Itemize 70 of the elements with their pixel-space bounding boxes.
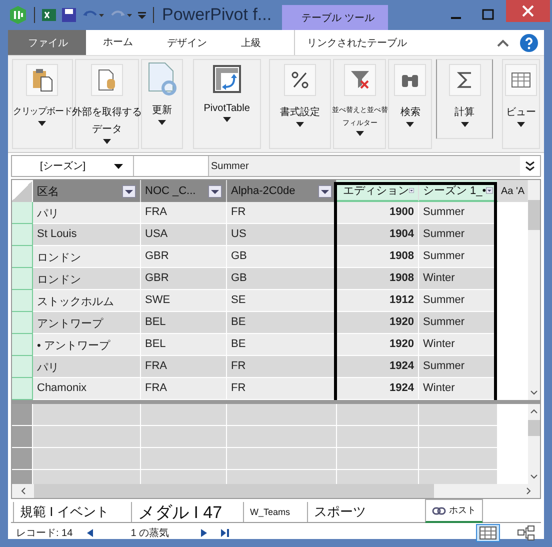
- caret-icon: [356, 131, 364, 136]
- link-icon: [432, 506, 446, 514]
- caret-icon: [296, 122, 304, 127]
- table-cell: FR: [227, 378, 337, 400]
- table-cell: [498, 378, 528, 400]
- caret-icon: [406, 122, 414, 127]
- collapse-ribbon-icon[interactable]: [496, 38, 510, 48]
- ribbon-group-button[interactable]: 外部を取得する データ: [74, 59, 139, 149]
- horizontal-scrollbar[interactable]: [11, 484, 541, 499]
- clipboard-icon: [31, 68, 54, 92]
- vertical-scrollbar[interactable]: [528, 180, 540, 400]
- grid-view-button[interactable]: [476, 524, 500, 542]
- ribbon-group-button[interactable]: ビュー: [502, 59, 540, 149]
- binoculars-icon: [400, 72, 420, 88]
- caret-icon: [222, 117, 231, 122]
- ribbon-group-button[interactable]: クリップボード: [12, 59, 73, 149]
- caret-icon: [158, 120, 166, 125]
- ribbon-group-button[interactable]: 計算: [436, 59, 493, 139]
- refresh-document-icon: [146, 62, 177, 96]
- record-position: 1 の蒸気: [130, 526, 170, 540]
- clear-filter-icon: [348, 69, 371, 91]
- caret-icon: [460, 122, 469, 127]
- window-title: PowerPivot f...: [162, 5, 272, 25]
- table-cell: [498, 202, 528, 224]
- previous-icon[interactable]: [86, 529, 93, 537]
- column-header[interactable]: NOC _C...: [141, 180, 227, 202]
- caret-icon: [38, 121, 46, 126]
- table-cell: FRA: [141, 378, 227, 400]
- close-icon: [522, 5, 534, 17]
- scroll-thumb[interactable]: [528, 200, 540, 230]
- filter-dropdown-icon[interactable]: [208, 184, 222, 198]
- pivot-table-icon: [212, 65, 241, 93]
- record-count: レコード: 14: [16, 527, 73, 540]
- table-cell: 1924: [337, 378, 419, 400]
- grid-icon: [510, 72, 531, 88]
- column-header[interactable]: Aa 'A: [498, 180, 528, 202]
- save-icon[interactable]: [61, 7, 77, 23]
- document-database-icon: [96, 68, 118, 92]
- grid-icon: [479, 526, 497, 540]
- ribbon-group-button[interactable]: 更新: [140, 59, 183, 149]
- ribbon-tab[interactable]: ファイル: [8, 30, 86, 55]
- caret-icon: [516, 122, 525, 127]
- table-cell: Chamonix: [33, 378, 141, 400]
- close-button[interactable]: [506, 0, 550, 22]
- sheet-tab[interactable]: ホスト: [425, 499, 483, 523]
- ribbon-group-button[interactable]: PivotTable: [192, 59, 261, 149]
- caret-icon: [102, 139, 111, 144]
- last-icon[interactable]: [221, 529, 230, 537]
- scroll-thumb[interactable]: [34, 484, 434, 498]
- vertical-scrollbar[interactable]: [528, 404, 540, 484]
- ribbon-group-button[interactable]: 検索: [388, 59, 432, 149]
- scroll-down-icon[interactable]: [530, 474, 538, 480]
- percent-icon: [291, 71, 310, 89]
- column-header[interactable]: Alpha-2C0de: [227, 180, 337, 202]
- context-tab-title: テーブル ツール: [282, 5, 388, 30]
- customize-icon[interactable]: [137, 9, 147, 21]
- column-header[interactable]: 区名: [33, 180, 141, 202]
- sigma-icon: [456, 70, 473, 90]
- scroll-right-icon[interactable]: [526, 487, 532, 495]
- help-icon[interactable]: [520, 34, 538, 52]
- ribbon-group-button[interactable]: 書式設定: [268, 59, 332, 149]
- scroll-down-icon[interactable]: [530, 390, 538, 396]
- filter-dropdown-icon[interactable]: [318, 184, 332, 198]
- next-icon[interactable]: [201, 529, 208, 537]
- scroll-up-icon[interactable]: [530, 408, 538, 414]
- app-icon[interactable]: [8, 5, 28, 25]
- filter-dropdown-icon[interactable]: [122, 184, 136, 198]
- scroll-thumb[interactable]: [528, 420, 540, 436]
- spreadsheet-icon[interactable]: [41, 7, 57, 23]
- scroll-left-icon[interactable]: [20, 487, 26, 495]
